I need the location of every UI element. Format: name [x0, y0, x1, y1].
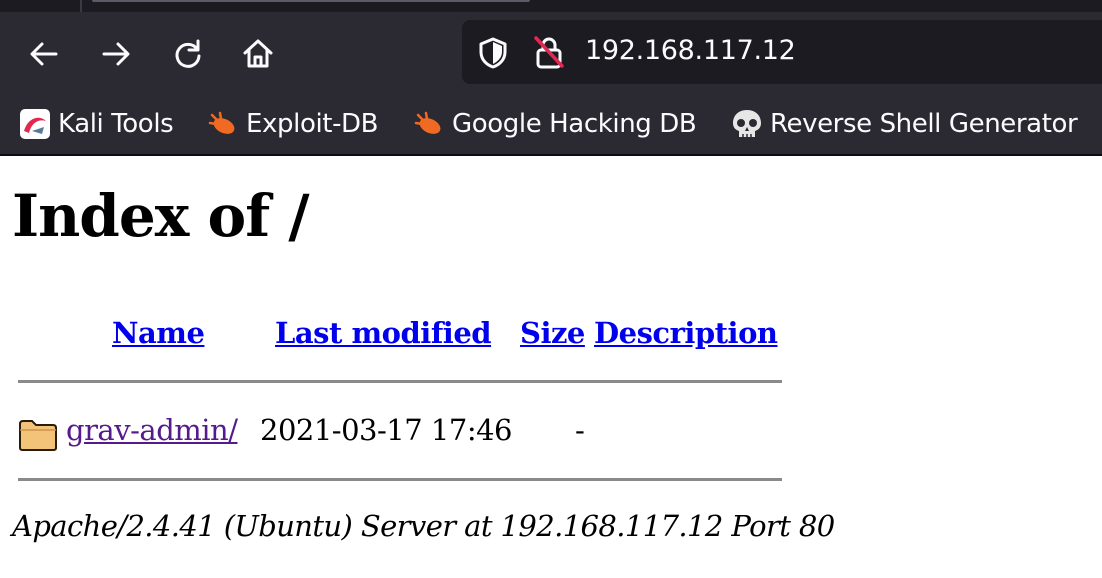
column-header-size[interactable]: Size: [520, 316, 585, 350]
exploit-db-bug-icon: [208, 111, 235, 134]
reload-icon: [175, 39, 201, 68]
shield-icon[interactable]: [476, 36, 510, 75]
bookmark-kali-tools[interactable]: Kali Tools: [18, 106, 174, 142]
column-header-last-modified[interactable]: Last modified: [275, 316, 492, 350]
bookmark-exploit-db[interactable]: Exploit-DB: [206, 106, 379, 142]
column-header-name[interactable]: Name: [112, 316, 205, 350]
tab-separator: [80, 0, 82, 12]
bookmark-label: Google Hacking DB: [452, 109, 697, 139]
bookmark-google-hacking-db[interactable]: Google Hacking DB: [412, 106, 697, 142]
back-button[interactable]: [24, 34, 64, 74]
page-content: Index of / Name Last modified Size Descr…: [0, 156, 1102, 578]
active-tab-edge[interactable]: [92, 0, 530, 2]
server-signature: Apache/2.4.41 (Ubuntu) Server at 192.168…: [12, 509, 835, 543]
arrow-left-icon: [30, 42, 58, 66]
address-bar[interactable]: 192.168.117.12: [462, 20, 1102, 84]
bookmarks-toolbar: Kali Tools Exploit-DB Google Hacking DB …: [0, 94, 1102, 156]
insecure-lock-icon[interactable]: [532, 34, 566, 75]
url-text[interactable]: 192.168.117.12: [585, 35, 796, 66]
arrow-right-icon: [102, 42, 130, 66]
folder-icon: [18, 418, 58, 456]
bookmark-label: Exploit-DB: [246, 109, 379, 139]
navigation-toolbar: 192.168.117.12: [0, 12, 1102, 94]
home-icon: [243, 39, 273, 68]
forward-button[interactable]: [96, 34, 136, 74]
bookmark-label: Reverse Shell Generator: [770, 109, 1078, 139]
ghdb-bug-icon: [414, 111, 441, 134]
table-divider: [18, 380, 782, 383]
kali-logo-icon: [20, 109, 50, 139]
tab-strip: [0, 0, 1102, 12]
file-link-grav-admin[interactable]: grav-admin/: [66, 413, 238, 447]
skull-icon: [733, 110, 761, 137]
bookmark-reverse-shell-generator[interactable]: Reverse Shell Generator: [730, 106, 1078, 142]
table-divider: [18, 478, 782, 481]
page-title: Index of /: [12, 182, 310, 250]
home-button[interactable]: [238, 34, 278, 74]
size-value: -: [575, 413, 585, 447]
column-header-description[interactable]: Description: [594, 316, 778, 350]
bookmark-label: Kali Tools: [58, 109, 174, 139]
reload-button[interactable]: [168, 34, 208, 74]
last-modified-value: 2021-03-17 17:46: [260, 413, 513, 447]
